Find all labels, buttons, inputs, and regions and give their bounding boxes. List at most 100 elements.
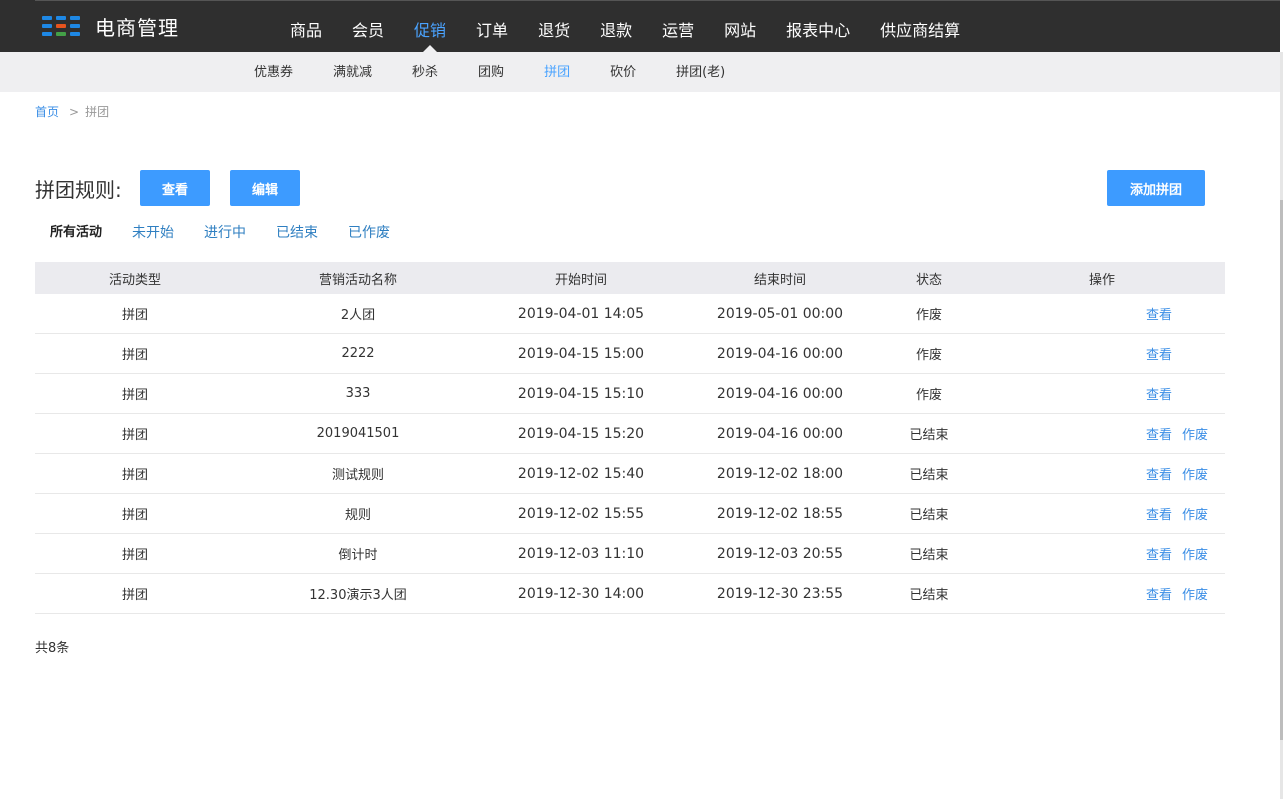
breadcrumb-separator: >: [69, 104, 80, 119]
filter-tab-0[interactable]: 所有活动: [35, 224, 117, 242]
nav-item-0[interactable]: 商品: [275, 0, 337, 52]
cell-end: 2019-04-16 00:00: [716, 345, 844, 362]
view-link[interactable]: 查看: [1146, 468, 1172, 483]
top-navigation-bar: 电商管理 商品 会员 促销 订单 退货 退款 运营 网站 报表中心 供应商结算: [0, 0, 1280, 52]
logo-cell: [42, 24, 52, 28]
logo-cell: [56, 24, 66, 28]
cell-name: 333: [345, 386, 371, 401]
view-link[interactable]: 查看: [1146, 508, 1172, 523]
cell-name: 倒计时: [338, 548, 378, 563]
cell-type: 拼团: [121, 348, 148, 363]
nav-item-7[interactable]: 网站: [709, 0, 771, 52]
cell-actions: 查看: [979, 344, 1225, 363]
subnav-item-5[interactable]: 砍价: [590, 52, 656, 92]
filter-tab-2[interactable]: 进行中: [189, 224, 261, 242]
logo-cell: [42, 16, 52, 20]
rules-title: 拼团规则:: [35, 178, 122, 202]
nav-item-9[interactable]: 供应商结算: [865, 0, 975, 52]
subnav-item-3[interactable]: 团购: [458, 52, 524, 92]
view-link[interactable]: 查看: [1146, 308, 1172, 323]
activity-table: 活动类型 营销活动名称 开始时间 结束时间 状态 操作 拼团 2人团 2019-04-01 1…: [35, 262, 1225, 614]
cell-status: 已结束: [909, 428, 949, 443]
table-header: 活动类型 营销活动名称 开始时间 结束时间 状态 操作: [35, 262, 1225, 294]
subnav-item-1[interactable]: 满就减: [313, 52, 392, 92]
subnav-item-6[interactable]: 拼团(老): [656, 52, 745, 92]
filter-tab-3[interactable]: 已结束: [261, 224, 333, 242]
table-row: 拼团 2人团 2019-04-01 14:05 2019-05-01 00:00 作废 查…: [35, 294, 1225, 334]
view-rules-button[interactable]: 查看: [140, 170, 210, 206]
cell-start: 2019-04-01 14:05: [517, 305, 645, 322]
cell-status: 作废: [915, 308, 942, 323]
logo-cell: [56, 16, 66, 20]
cell-actions: 查看 作废: [979, 504, 1225, 523]
table-row: 拼团 2019041501 2019-04-15 15:20 2019-04-16 0…: [35, 414, 1225, 454]
cell-name: 2019041501: [316, 426, 400, 441]
logo[interactable]: 电商管理: [42, 13, 179, 40]
cell-actions: 查看: [979, 304, 1225, 323]
nav-item-1[interactable]: 会员: [337, 0, 399, 52]
view-link[interactable]: 查看: [1146, 588, 1172, 603]
cell-name: 2222: [341, 346, 375, 361]
column-header: 状态: [915, 272, 942, 288]
cell-start: 2019-12-02 15:55: [517, 505, 645, 522]
nav-item-3[interactable]: 订单: [461, 0, 523, 52]
cell-end: 2019-12-30 23:55: [716, 585, 844, 602]
cell-type: 拼团: [121, 588, 148, 603]
table-row: 拼团 2222 2019-04-15 15:00 2019-04-16 00:00 作废…: [35, 334, 1225, 374]
cell-end: 2019-04-16 00:00: [716, 385, 844, 402]
cell-status: 已结束: [909, 548, 949, 563]
logo-cell: [42, 32, 52, 36]
cell-type: 拼团: [121, 468, 148, 483]
table-row: 拼团 倒计时 2019-12-03 11:10 2019-12-03 20:55 已结束…: [35, 534, 1225, 574]
table-row: 拼团 规则 2019-12-02 15:55 2019-12-02 18:55 已结束 查…: [35, 494, 1225, 534]
column-header: 操作: [1088, 272, 1115, 288]
void-link[interactable]: 作废: [1182, 468, 1208, 483]
grid-logo-icon: [42, 14, 80, 38]
logo-text: 电商管理: [95, 15, 179, 40]
breadcrumb-current: 拼团: [85, 105, 110, 119]
cell-actions: 查看 作废: [979, 424, 1225, 443]
view-link[interactable]: 查看: [1146, 348, 1172, 363]
void-link[interactable]: 作废: [1182, 588, 1208, 603]
nav-item-5[interactable]: 退款: [585, 0, 647, 52]
nav-item-2[interactable]: 促销: [399, 0, 461, 52]
cell-end: 2019-12-02 18:55: [716, 505, 844, 522]
nav-item-6[interactable]: 运营: [647, 0, 709, 52]
cell-type: 拼团: [121, 388, 148, 403]
view-link[interactable]: 查看: [1146, 428, 1172, 443]
sub-nav: 优惠券 满就减 秒杀 团购 拼团 砍价 拼团(老): [234, 52, 745, 92]
cell-start: 2019-04-15 15:20: [517, 425, 645, 442]
cell-status: 作废: [915, 388, 942, 403]
subnav-item-4[interactable]: 拼团: [524, 52, 590, 92]
subnav-item-2[interactable]: 秒杀: [392, 52, 458, 92]
view-link[interactable]: 查看: [1146, 388, 1172, 403]
cell-name: 测试规则: [331, 468, 384, 483]
breadcrumb-home-link[interactable]: 首页: [35, 103, 59, 120]
cell-start: 2019-12-03 11:10: [517, 545, 645, 562]
column-header: 开始时间: [554, 272, 607, 288]
void-link[interactable]: 作废: [1182, 508, 1208, 523]
void-link[interactable]: 作废: [1182, 428, 1208, 443]
cell-status: 已结束: [909, 588, 949, 603]
table-row: 拼团 333 2019-04-15 15:10 2019-04-16 00:00 作废 查…: [35, 374, 1225, 414]
nav-item-8[interactable]: 报表中心: [771, 0, 865, 52]
column-header: 活动类型: [108, 272, 161, 288]
cell-actions: 查看: [979, 384, 1225, 403]
cell-actions: 查看 作废: [979, 584, 1225, 603]
cell-status: 作废: [915, 348, 942, 363]
cell-status: 已结束: [909, 468, 949, 483]
cell-name: 12.30演示3人团: [309, 588, 407, 603]
column-header: 营销活动名称: [318, 272, 397, 288]
logo-cell: [56, 32, 66, 36]
nav-item-4[interactable]: 退货: [523, 0, 585, 52]
logo-cell: [70, 32, 80, 36]
add-group-buy-button[interactable]: 添加拼团: [1107, 170, 1205, 206]
cell-type: 拼团: [121, 548, 148, 563]
void-link[interactable]: 作废: [1182, 548, 1208, 563]
filter-tab-4[interactable]: 已作废: [333, 224, 405, 242]
filter-tab-1[interactable]: 未开始: [117, 224, 189, 242]
cell-start: 2019-04-15 15:00: [517, 345, 645, 362]
view-link[interactable]: 查看: [1146, 548, 1172, 563]
edit-rules-button[interactable]: 编辑: [230, 170, 300, 206]
subnav-item-0[interactable]: 优惠券: [234, 52, 313, 92]
